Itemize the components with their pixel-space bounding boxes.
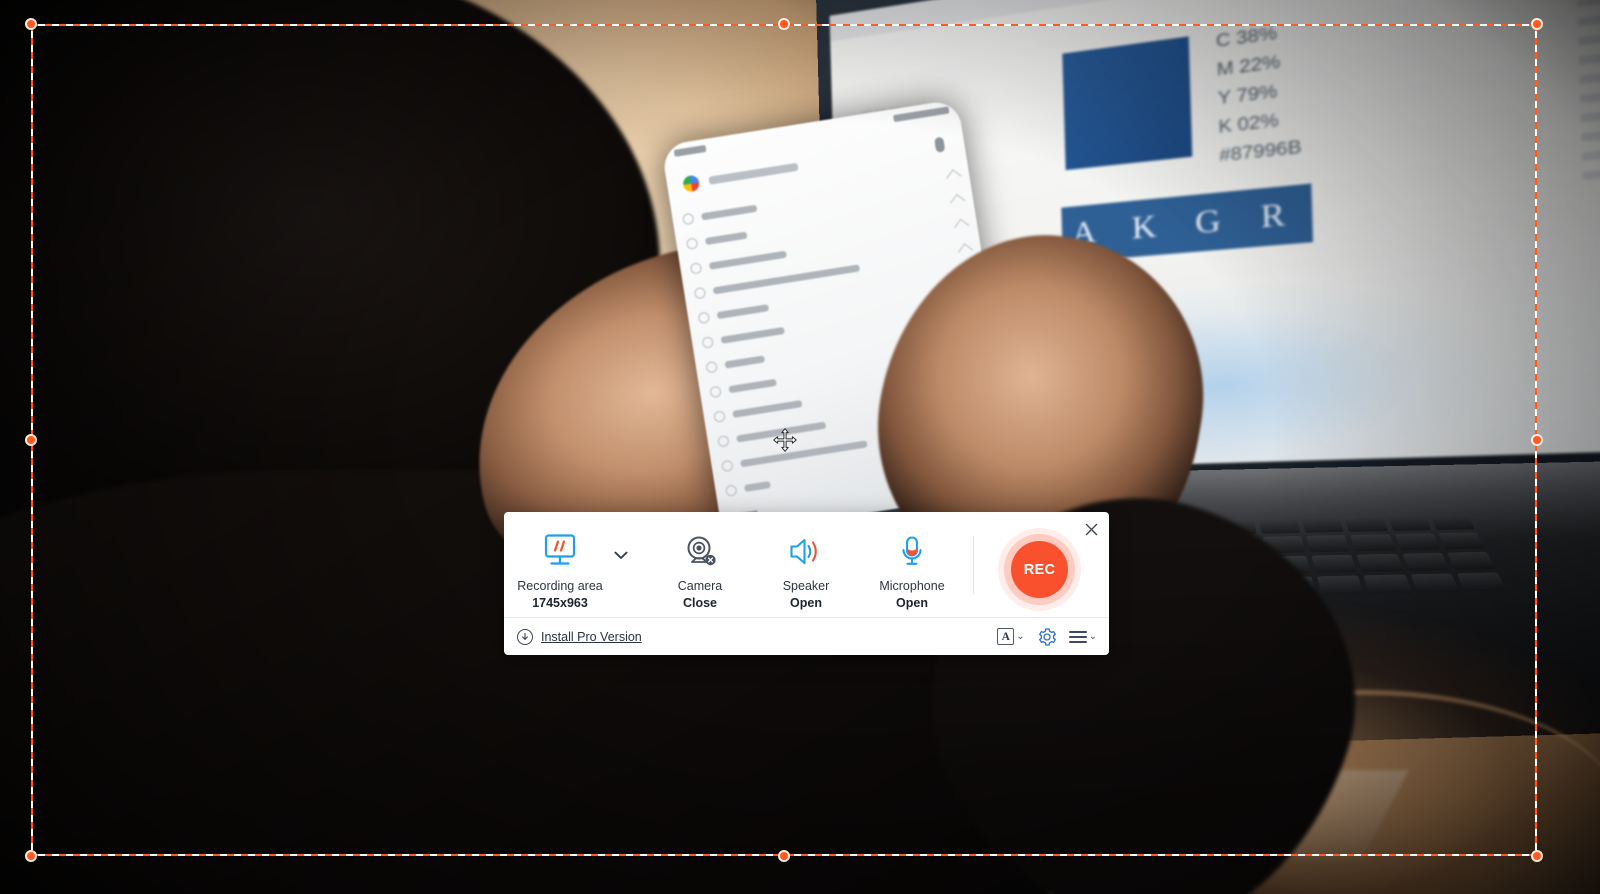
move-cursor-icon [773,428,797,452]
tool-recording-area[interactable]: Recording area 1745x963 [504,512,616,610]
record-button[interactable]: REC [1011,541,1068,598]
download-icon [517,628,533,645]
hamburger-menu-icon [1068,630,1087,643]
menu-chevron-down-icon: ⌄ [1088,630,1097,642]
microphone-icon [856,532,968,572]
laptop-right-panel [1566,0,1600,441]
annotation-tool-button[interactable]: A ⌄ [997,628,1025,645]
background-photo: A K G R C 38% M 22% Y 79% K 02% #87996B — — … [0,0,1600,894]
resize-handle-bottom-right[interactable] [1531,850,1543,862]
resize-handle-bottom-center[interactable] [778,850,790,862]
resize-handle-middle-left[interactable] [25,434,37,446]
speaker-value: Open [790,596,822,610]
tool-microphone[interactable]: Microphone Open [856,512,968,610]
install-pro-version-link[interactable]: Install Pro Version [517,628,642,645]
install-pro-version-label: Install Pro Version [541,629,642,644]
tool-camera[interactable]: Camera Close [644,512,756,610]
gear-icon [1038,627,1056,646]
monitor-icon [504,532,616,572]
recorder-toolbar: Recording area 1745x963 Camera Close Spe… [504,512,1109,655]
google-logo-icon [682,174,701,193]
camera-title: Camera [677,579,723,593]
webcam-off-icon [644,532,756,572]
text-annotation-icon: A [997,628,1015,645]
settings-button[interactable] [1037,627,1057,647]
camera-value: Close [682,596,718,610]
recording-area-group: Recording area 1745x963 [504,512,630,610]
resize-handle-bottom-left[interactable] [25,850,37,862]
toolbar-footer: Install Pro Version A ⌄ ⌄ [504,617,1109,655]
resize-handle-top-center[interactable] [778,18,790,30]
annotation-chevron-down-icon: ⌄ [1016,630,1025,642]
microphone-title: Microphone [879,579,945,593]
menu-button[interactable]: ⌄ [1068,630,1097,643]
toolbar-divider [973,536,974,594]
screen: A K G R C 38% M 22% Y 79% K 02% #87996B — — … [0,0,1600,894]
speaker-icon [750,532,862,572]
laptop-blue-swatch [1062,36,1193,171]
footer-right-icons: A ⌄ ⌄ [997,627,1097,647]
phone-mic-icon [934,136,946,153]
resize-handle-middle-right[interactable] [1531,434,1543,446]
resize-handle-top-right[interactable] [1531,18,1543,30]
recording-area-value: 1745x963 [532,596,588,610]
microphone-value: Open [896,596,928,610]
resize-handle-top-left[interactable] [25,18,37,30]
tool-speaker[interactable]: Speaker Open [750,512,862,610]
laptop-spec-text: C 38% M 22% Y 79% K 02% #87996B [1215,22,1302,166]
speaker-title: Speaker [782,579,830,593]
recording-area-title: Recording area [517,579,603,593]
